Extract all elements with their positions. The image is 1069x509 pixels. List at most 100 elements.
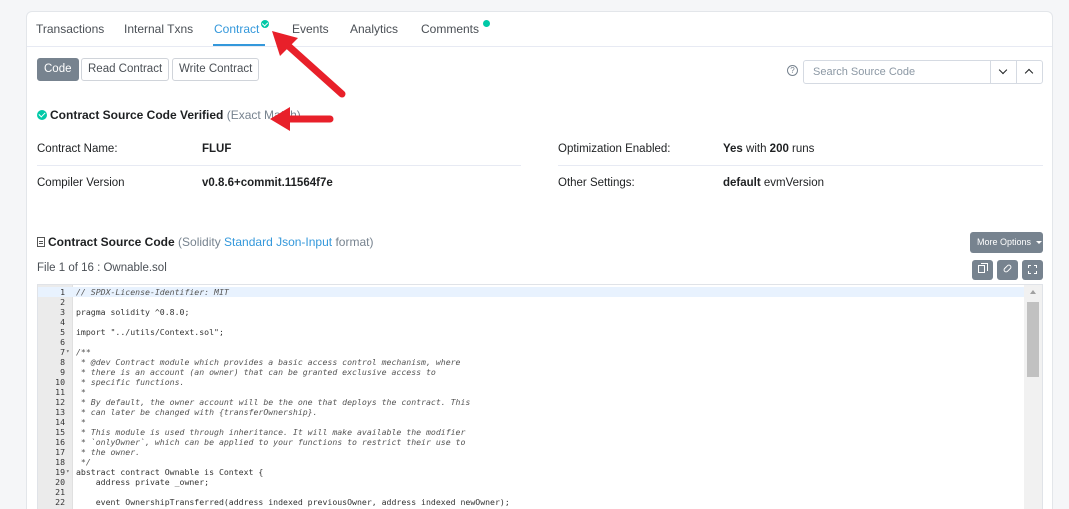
code-text: * <box>76 387 86 397</box>
tab-contract[interactable]: Contract <box>214 20 270 36</box>
code-line: 12 * By default, the owner account will … <box>38 397 1026 407</box>
write-contract-button[interactable]: Write Contract <box>172 58 260 81</box>
other-settings-label: Other Settings: <box>558 177 635 189</box>
comments-status-dot <box>483 20 491 27</box>
code-text: * `onlyOwner`, which can be applied to y… <box>76 437 466 447</box>
read-contract-button[interactable]: Read Contract <box>81 58 170 81</box>
search-source-input[interactable] <box>804 61 990 83</box>
more-options-button[interactable]: More Options <box>970 232 1043 253</box>
line-number: 18 <box>55 457 65 467</box>
optimization-label: Optimization Enabled: <box>558 143 671 155</box>
code-line: 14 * <box>38 417 1026 427</box>
line-number: 3 <box>60 307 65 317</box>
source-code-editor[interactable]: 1 // SPDX-License-Identifier: MIT 2 3 pragma… <box>37 284 1043 509</box>
divider <box>37 165 521 166</box>
line-number: 20 <box>55 477 65 487</box>
code-text: // SPDX-License-Identifier: MIT <box>76 287 229 297</box>
line-number: 4 <box>60 317 65 327</box>
fold-toggle-icon[interactable]: ▾ <box>66 347 70 357</box>
standard-json-input-link[interactable]: Standard Json-Input <box>224 235 332 249</box>
tab-events[interactable]: Events <box>292 22 329 36</box>
code-text: address private _owner; <box>76 477 210 487</box>
code-line: 8 * @dev Contract module which provides … <box>38 357 1026 367</box>
line-number: 7 <box>60 347 65 357</box>
optimization-runs-text: runs <box>788 143 815 155</box>
code-line: 9 * there is an account (an owner) that … <box>38 367 1026 377</box>
search-next-button[interactable] <box>990 61 1016 83</box>
optimization-runs: 200 <box>769 143 789 155</box>
line-number: 6 <box>60 337 65 347</box>
source-format-close: format) <box>332 235 374 249</box>
verification-status: Contract Source Code Verified (Exact Mat… <box>37 108 301 122</box>
code-text: abstract contract Ownable is Context { <box>76 467 264 477</box>
copy-source-button[interactable] <box>972 260 993 280</box>
line-number: 21 <box>55 487 65 497</box>
tab-analytics[interactable]: Analytics <box>350 22 398 36</box>
help-icon[interactable]: ? <box>787 65 798 76</box>
tab-comments-label: Comments <box>421 22 480 36</box>
editor-scrollbar[interactable] <box>1024 285 1042 509</box>
code-line: 16 * `onlyOwner`, which can be applied t… <box>38 437 1026 447</box>
line-number: 19 <box>55 467 65 477</box>
settings-evm-version: evmVersion <box>760 177 824 189</box>
source-format-open: (Solidity <box>174 235 225 249</box>
source-search <box>803 60 1043 84</box>
code-line: 21 <box>38 487 1026 497</box>
optimization-value: Yes with 200 runs <box>723 143 814 155</box>
line-number: 11 <box>55 387 65 397</box>
source-code-heading: Contract Source Code (Solidity Standard … <box>37 235 373 249</box>
code-line: 19 ▾ abstract contract Ownable is Context … <box>38 467 1026 477</box>
code-line: 13 * can later be changed with {transfer… <box>38 407 1026 417</box>
tab-transactions[interactable]: Transactions <box>36 22 104 36</box>
tab-contract-label: Contract <box>214 22 260 36</box>
verified-check-icon <box>37 110 47 120</box>
compiler-version-text: v0.8.6+commit.11564f7e <box>202 177 333 189</box>
fullscreen-button[interactable] <box>1022 260 1043 280</box>
line-number: 16 <box>55 437 65 447</box>
code-text: * By default, the owner account will be … <box>76 397 471 407</box>
contract-name-label: Contract Name: <box>37 143 118 155</box>
code-text: * @dev Contract module which provides a … <box>76 357 461 367</box>
tab-comments[interactable]: Comments <box>421 20 491 36</box>
chevron-down-icon <box>998 65 1008 75</box>
code-text: import "../utils/Context.sol"; <box>76 327 224 337</box>
exact-match-label: (Exact Match) <box>226 108 301 122</box>
code-button[interactable]: Code <box>37 58 79 81</box>
tab-internal-txns[interactable]: Internal Txns <box>124 22 193 36</box>
line-number: 8 <box>60 357 65 367</box>
line-number: 9 <box>60 367 65 377</box>
scrollbar-thumb[interactable] <box>1027 302 1039 377</box>
contract-name-value: FLUF <box>202 143 231 155</box>
code-text: * can later be changed with {transferOwn… <box>76 407 318 417</box>
line-number: 14 <box>55 417 65 427</box>
code-text: event OwnershipTransferred(address index… <box>76 497 510 507</box>
search-prev-button[interactable] <box>1016 61 1042 83</box>
code-line: 6 <box>38 337 1026 347</box>
file-indicator: File 1 of 16 : Ownable.sol <box>37 262 167 274</box>
verified-title: Contract Source Code Verified <box>50 108 224 122</box>
code-line: 20 address private _owner; <box>38 477 1026 487</box>
expand-icon <box>1028 265 1037 274</box>
code-text: * the owner. <box>76 447 141 457</box>
code-line: 3 pragma solidity ^0.8.0; <box>38 307 1026 317</box>
compiler-label: Compiler Version <box>37 177 125 189</box>
code-text: * there is an account (an owner) that ca… <box>76 367 436 377</box>
code-text: * This module is used through inheritanc… <box>76 427 466 437</box>
fold-toggle-icon[interactable]: ▾ <box>66 467 70 477</box>
code-text: */ <box>76 457 91 467</box>
code-line: 2 <box>38 297 1026 307</box>
other-settings-value: default evmVersion <box>723 177 824 189</box>
code-text: pragma solidity ^0.8.0; <box>76 307 190 317</box>
line-number: 10 <box>55 377 65 387</box>
code-text: /** <box>76 347 91 357</box>
link-icon <box>1002 263 1013 274</box>
copy-link-button[interactable] <box>997 260 1018 280</box>
scroll-up-icon[interactable] <box>1030 290 1036 294</box>
code-line: 10 * specific functions. <box>38 377 1026 387</box>
tab-bar: Transactions Internal Txns Contract Even… <box>27 12 1052 47</box>
code-line: 4 <box>38 317 1026 327</box>
chevron-up-icon <box>1024 68 1034 78</box>
code-line: 7 ▾ /** <box>38 347 1026 357</box>
line-number: 1 <box>60 287 65 297</box>
file-code-icon <box>37 237 45 247</box>
